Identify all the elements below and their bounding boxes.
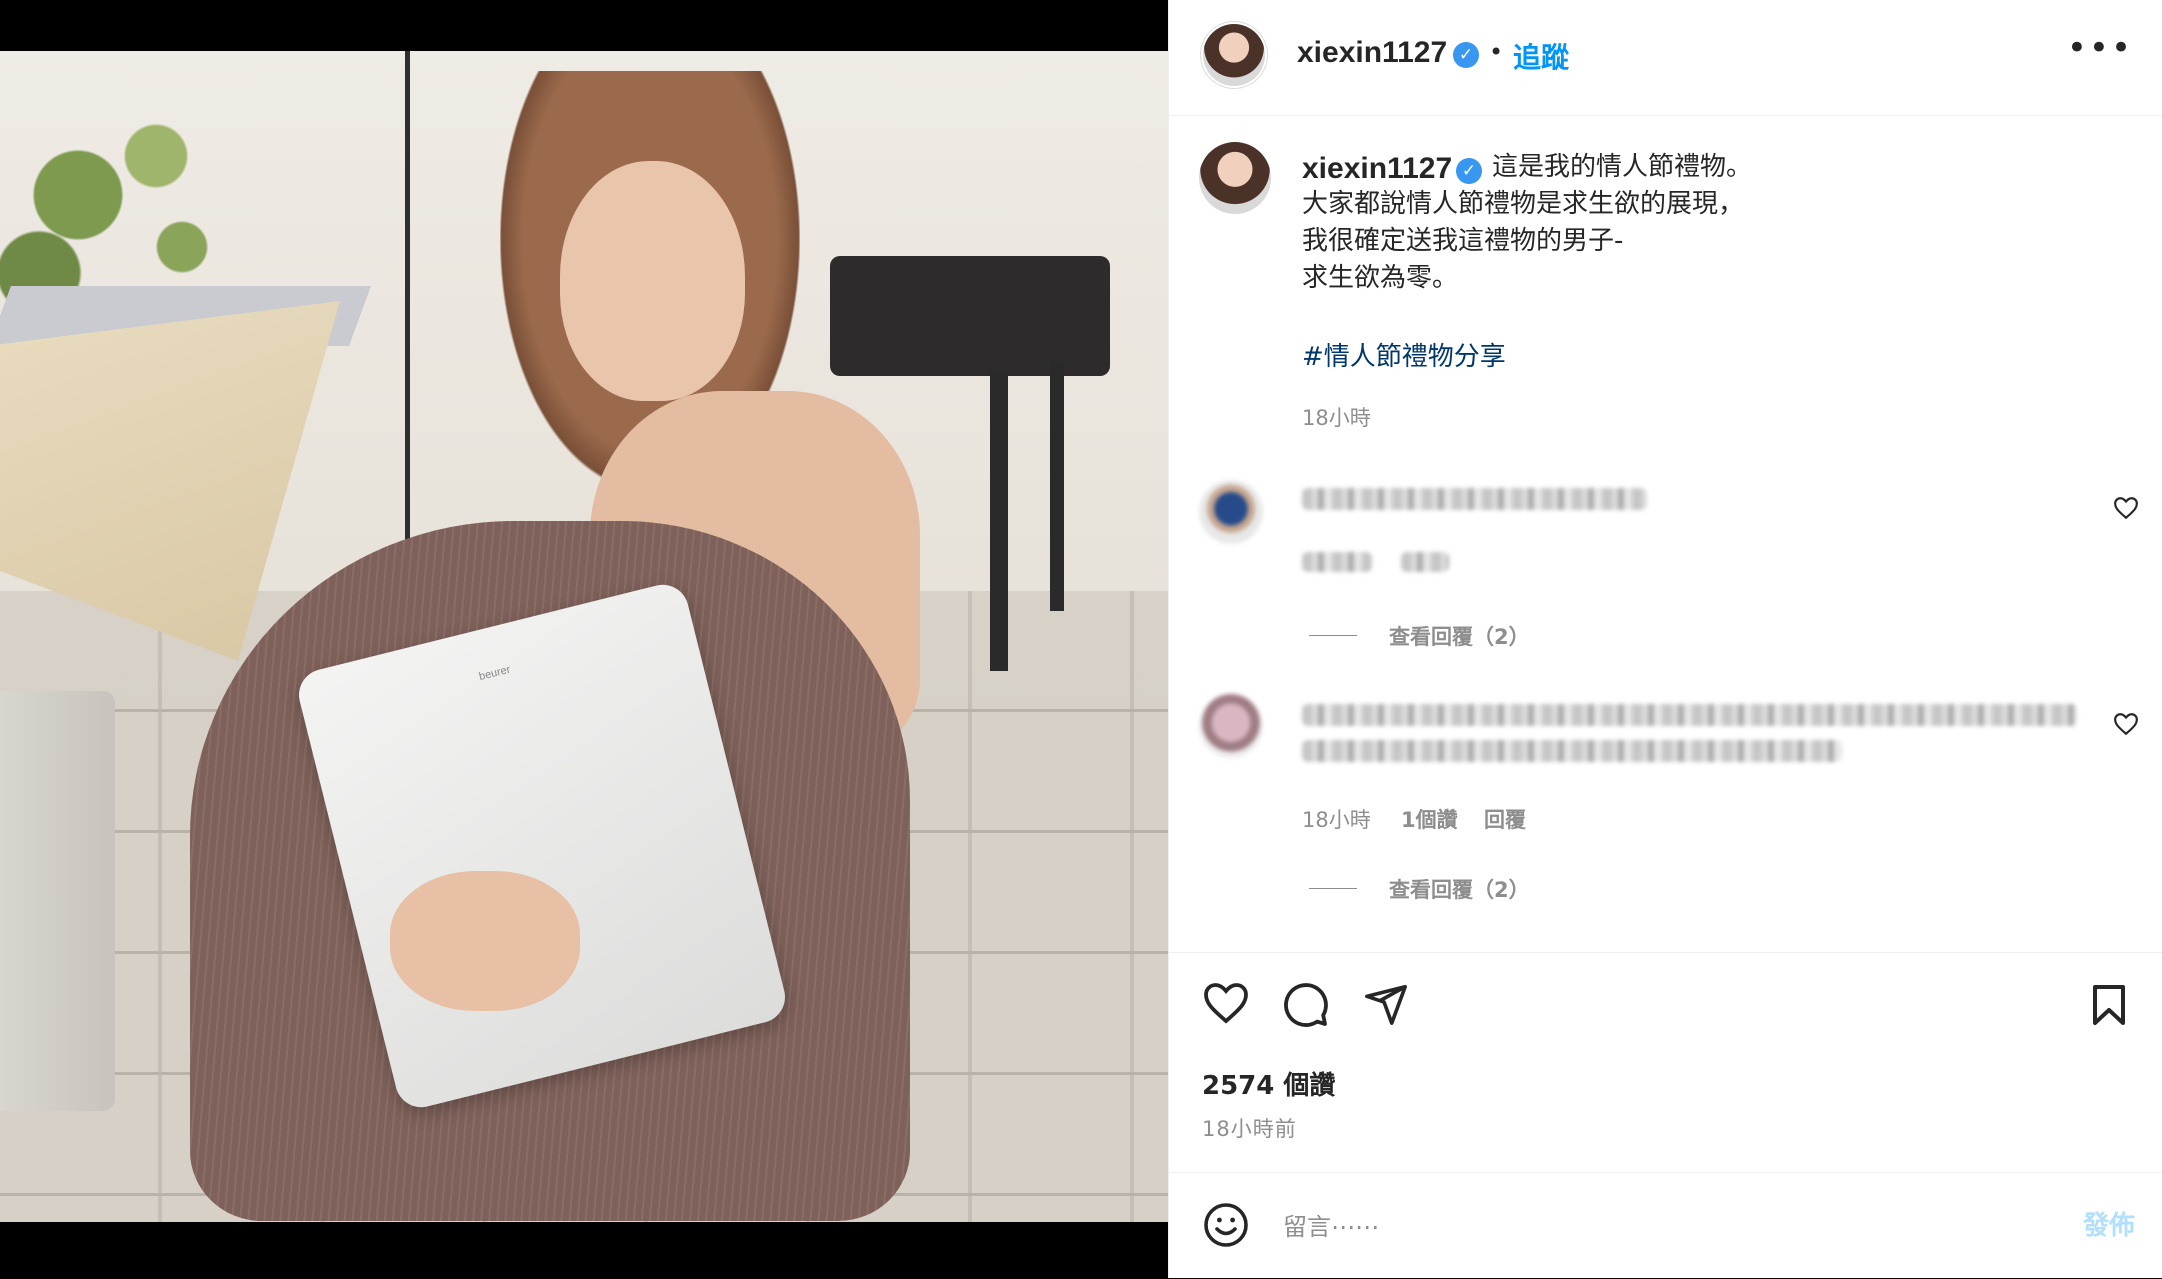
post-header: xiexin1127 ✓ • 追蹤 ••• [1169,0,2162,116]
share-paper-plane-icon[interactable] [1362,981,1410,1027]
follow-button[interactable]: 追蹤 [1513,36,1569,76]
comment-avatar[interactable] [1199,694,1263,758]
bench [830,256,1110,376]
replies-divider [1309,888,1357,889]
more-options-icon[interactable]: ••• [2067,31,2133,65]
person-hands [390,871,580,1011]
like-heart-icon[interactable] [1202,981,1250,1025]
bench-leg [990,371,1008,671]
caption-time[interactable]: 18小時 [1302,402,1371,432]
post-photo[interactable]: beurer [0,51,1168,1222]
author-avatar[interactable] [1203,24,1265,86]
lamp-pole [405,51,410,611]
save-bookmark-icon[interactable] [2089,983,2129,1027]
view-replies-button[interactable]: 查看回覆（2） [1389,621,1530,651]
comment-time[interactable]: 18小時 [1302,804,1371,834]
reply-button[interactable]: 回覆 [1484,804,1526,834]
post-comment-button[interactable]: 發佈 [2083,1205,2135,1242]
comment-text-pixelated [1302,740,1842,762]
caption-text: 這是我的情人節禮物。 大家都說情人節禮物是求生欲的展現， 我很確定送我這禮物的男… [1302,152,1753,293]
comment-input[interactable] [1281,1201,1985,1253]
post-media[interactable]: beurer [0,0,1168,1278]
post-timestamp[interactable]: 18小時前 [1202,1113,1297,1143]
post-side-panel: xiexin1127 ✓ • 追蹤 ••• xiexin1127 ✓ 這是我的情… [1168,0,2162,1278]
comment-like-heart-icon[interactable] [2113,712,2139,736]
person-face [560,161,745,401]
caption-avatar[interactable] [1199,142,1271,214]
comment-likes[interactable]: 1個讚 [1401,804,1458,834]
header-separator: • [1489,38,1504,66]
emoji-smiley-icon[interactable] [1202,1201,1250,1249]
comments-list[interactable]: xiexin1127 ✓ 這是我的情人節禮物。 大家都說情人節禮物是求生欲的展現… [1169,116,2162,952]
author-username[interactable]: xiexin1127 [1297,36,1447,70]
bench-leg [1050,361,1064,611]
likes-count[interactable]: 2574 個讚 [1202,1065,1335,1102]
comment-text-pixelated [1302,488,1647,510]
view-replies-button[interactable]: 查看回覆（2） [1389,874,1530,904]
comment-meta-pixelated [1302,552,1372,572]
comment-icon[interactable] [1282,981,1330,1029]
comment-composer: 發佈 [1169,1172,2162,1279]
comment-like-heart-icon[interactable] [2113,496,2139,520]
scale-brand-text: beurer [477,663,512,683]
comment-avatar[interactable] [1199,480,1263,544]
comment-text-pixelated [1302,704,2077,726]
verified-badge-icon: ✓ [1453,42,1479,68]
comment-meta-pixelated [1401,552,1449,572]
action-bar: 2574 個讚 18小時前 [1169,952,2162,1173]
storage-bin [0,691,115,1111]
hashtag-link[interactable]: #情人節禮物分享 [1302,336,1506,373]
replies-divider [1309,635,1357,636]
